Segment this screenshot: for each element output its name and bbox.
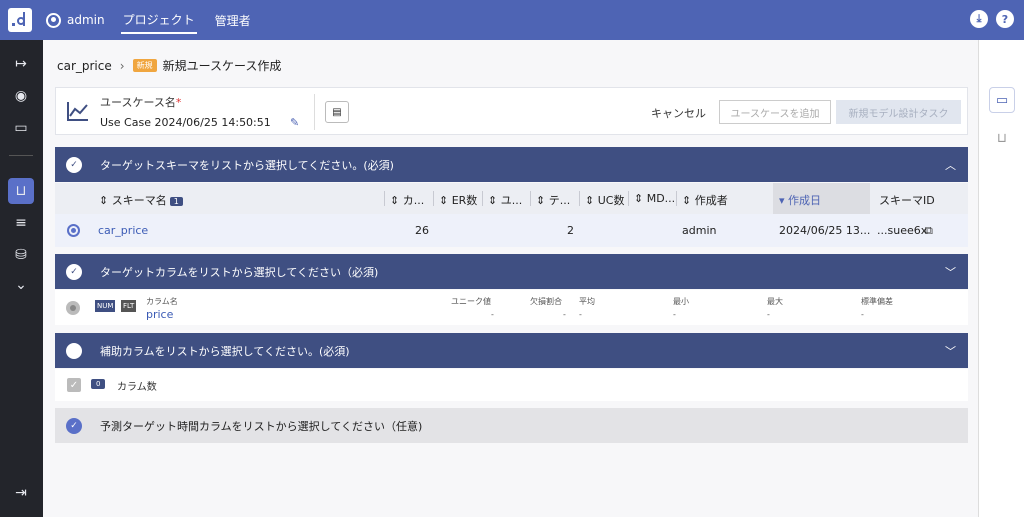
stat-label-min: 最小 [673, 297, 689, 306]
right-sidebar: ▭ ⊔ [978, 40, 1024, 517]
col-header-created[interactable]: ▾ 作成日 [779, 192, 821, 208]
pipeline-icon[interactable]: ↦ [8, 51, 34, 77]
table-row[interactable]: car_price 26 2 admin 2024/06/25 13... ..… [55, 214, 968, 247]
column-count-label: カラム数 [117, 382, 157, 393]
stat-label-mean: 平均 [579, 297, 595, 306]
copy-icon[interactable]: ⧉ [925, 224, 933, 238]
col-header-columns[interactable]: ⇕ カ... [390, 192, 424, 208]
top-bar: admin プロジェクト 管理者 ⤓ ? [0, 0, 1024, 40]
column-name[interactable]: price [146, 308, 173, 321]
folder-icon[interactable]: ▭ [8, 115, 34, 141]
col-header-te[interactable]: ⇕ テ... [536, 192, 570, 208]
section-time-column[interactable]: ✓ 予測ターゲット時間カラムをリストから選択してください（任意) [55, 408, 968, 443]
usecase-name-field[interactable]: Use Case 2024/06/25 14:50:51 [100, 116, 271, 129]
comment-icon: ▤ [332, 106, 342, 118]
folder-icon[interactable]: ▭ [989, 87, 1015, 113]
cell-schema-id: ...suee6x [877, 224, 928, 237]
page-title: 新規ユースケース作成 [162, 59, 282, 73]
check-circle-icon: ✓ [66, 156, 82, 173]
stat-value-std: - [861, 310, 864, 319]
download-icon[interactable]: ⤓ [970, 10, 988, 28]
column-name-label: カラム名 [146, 297, 178, 306]
chevron-down-icon[interactable]: ﹀ [945, 264, 956, 280]
aux-column-row: ✓ 0 カラム数 [55, 369, 968, 401]
app-logo[interactable] [8, 8, 32, 32]
help-icon[interactable]: ? [996, 10, 1014, 28]
nav-admin[interactable]: 管理者 [213, 8, 253, 33]
schema-name-link[interactable]: car_price [98, 224, 148, 237]
col-header-er[interactable]: ⇕ ER数 [439, 192, 477, 208]
row-radio[interactable] [67, 224, 80, 237]
stat-value-mean: - [579, 310, 582, 319]
left-sidebar: ↦ ◉ ▭ ⊔ ≡ ⛁ ⌄ ⇥ [0, 40, 43, 517]
play-circle-icon[interactable]: ◉ [8, 83, 34, 109]
inbox-icon[interactable]: ⊔ [8, 178, 34, 204]
section-target-column[interactable]: ✓ ターゲットカラムをリストから選択してください（必須) ﹀ [55, 254, 968, 289]
usecase-name-label: ユースケース名* [100, 96, 182, 109]
chevron-right-icon: › [119, 58, 125, 73]
select-all-checkbox[interactable]: ✓ [67, 378, 81, 392]
column-count-badge: 0 [91, 379, 106, 389]
col-header-md[interactable]: ⇕ MD... [634, 192, 675, 205]
section-target-title: ターゲットカラムをリストから選択してください（必須) [100, 265, 379, 279]
new-badge: 新規 [132, 59, 157, 72]
check-circle-icon: ✓ [66, 263, 82, 280]
database-settings-icon[interactable]: ⛁ [8, 242, 34, 268]
stat-value-unique: - [491, 310, 494, 319]
line-chart-icon [67, 102, 88, 121]
chevron-down-icon[interactable]: ⌄ [8, 272, 34, 298]
cancel-button[interactable]: キャンセル [651, 105, 706, 121]
stat-label-unique: ユニーク値 [451, 297, 491, 306]
type-flt-badge: FLT [121, 300, 137, 312]
cell-te: 2 [567, 224, 574, 237]
chevron-down-icon[interactable]: ﹀ [945, 343, 956, 359]
stat-value-missing: - [563, 310, 566, 319]
usecase-card: ユースケース名* Use Case 2024/06/25 14:50:51 ✎ … [55, 87, 968, 135]
empty-circle-icon: ✓ [66, 342, 82, 359]
database-icon[interactable]: ≡ [8, 210, 34, 236]
col-header-schema-id[interactable]: スキーマID [879, 192, 935, 208]
main-content: car_price › 新規 新規ユースケース作成 ユースケース名* Use C… [43, 40, 978, 517]
new-model-task-button[interactable]: 新規モデル設計タスク [836, 100, 961, 124]
add-usecase-button[interactable]: ユースケースを追加 [719, 100, 831, 124]
section-time-title: 予測ターゲット時間カラムをリストから選択してください（任意) [100, 419, 423, 433]
user-menu[interactable]: admin [46, 12, 105, 28]
breadcrumb-project[interactable]: car_price [57, 59, 112, 73]
stat-value-min: - [673, 310, 676, 319]
schema-table-header: ⇕ スキーマ名 1 ⇕ カ... ⇕ ER数 ⇕ ユ... ⇕ テ... ⇕ UC… [55, 183, 968, 214]
check-circle-icon: ✓ [66, 417, 82, 434]
col-header-name[interactable]: ⇕ スキーマ名 1 [99, 192, 183, 208]
col-header-u[interactable]: ⇕ ユ... [488, 192, 522, 208]
section-aux-column[interactable]: ✓ 補助カラムをリストから選択してください。(必須) ﹀ [55, 333, 968, 368]
col-header-uc[interactable]: ⇕ UC数 [585, 192, 624, 208]
cell-creator: admin [682, 224, 717, 237]
type-num-badge: NUM [95, 300, 116, 312]
stat-label-missing: 欠損割合 [530, 297, 562, 306]
section-aux-title: 補助カラムをリストから選択してください。(必須) [100, 344, 350, 358]
stat-label-std: 標準偏差 [861, 297, 893, 306]
inbox-icon[interactable]: ⊔ [989, 125, 1015, 151]
edit-icon[interactable]: ✎ [290, 116, 299, 129]
user-name: admin [67, 13, 105, 27]
chevron-up-icon[interactable]: ︿ [945, 157, 956, 173]
target-column-row[interactable]: NUM FLT カラム名 price ユニーク値 - 欠損割合 - 平均 - 最… [55, 290, 968, 325]
stat-label-max: 最大 [767, 297, 783, 306]
account-icon [46, 12, 61, 28]
cell-columns: 26 [415, 224, 429, 237]
breadcrumb: car_price › 新規 新規ユースケース作成 [57, 57, 281, 74]
nav-project[interactable]: プロジェクト [120, 7, 197, 34]
section-schema-title: ターゲットスキーマをリストから選択してください。(必須) [100, 158, 394, 172]
section-schema[interactable]: ✓ ターゲットスキーマをリストから選択してください。(必須) ︿ [55, 147, 968, 182]
stat-value-max: - [767, 310, 770, 319]
cell-created: 2024/06/25 13... [779, 224, 871, 237]
column-radio[interactable] [66, 301, 80, 315]
col-header-creator[interactable]: ⇕ 作成者 [682, 192, 728, 208]
logout-icon[interactable]: ⇥ [8, 480, 34, 506]
comment-button[interactable]: ▤ [325, 101, 349, 123]
